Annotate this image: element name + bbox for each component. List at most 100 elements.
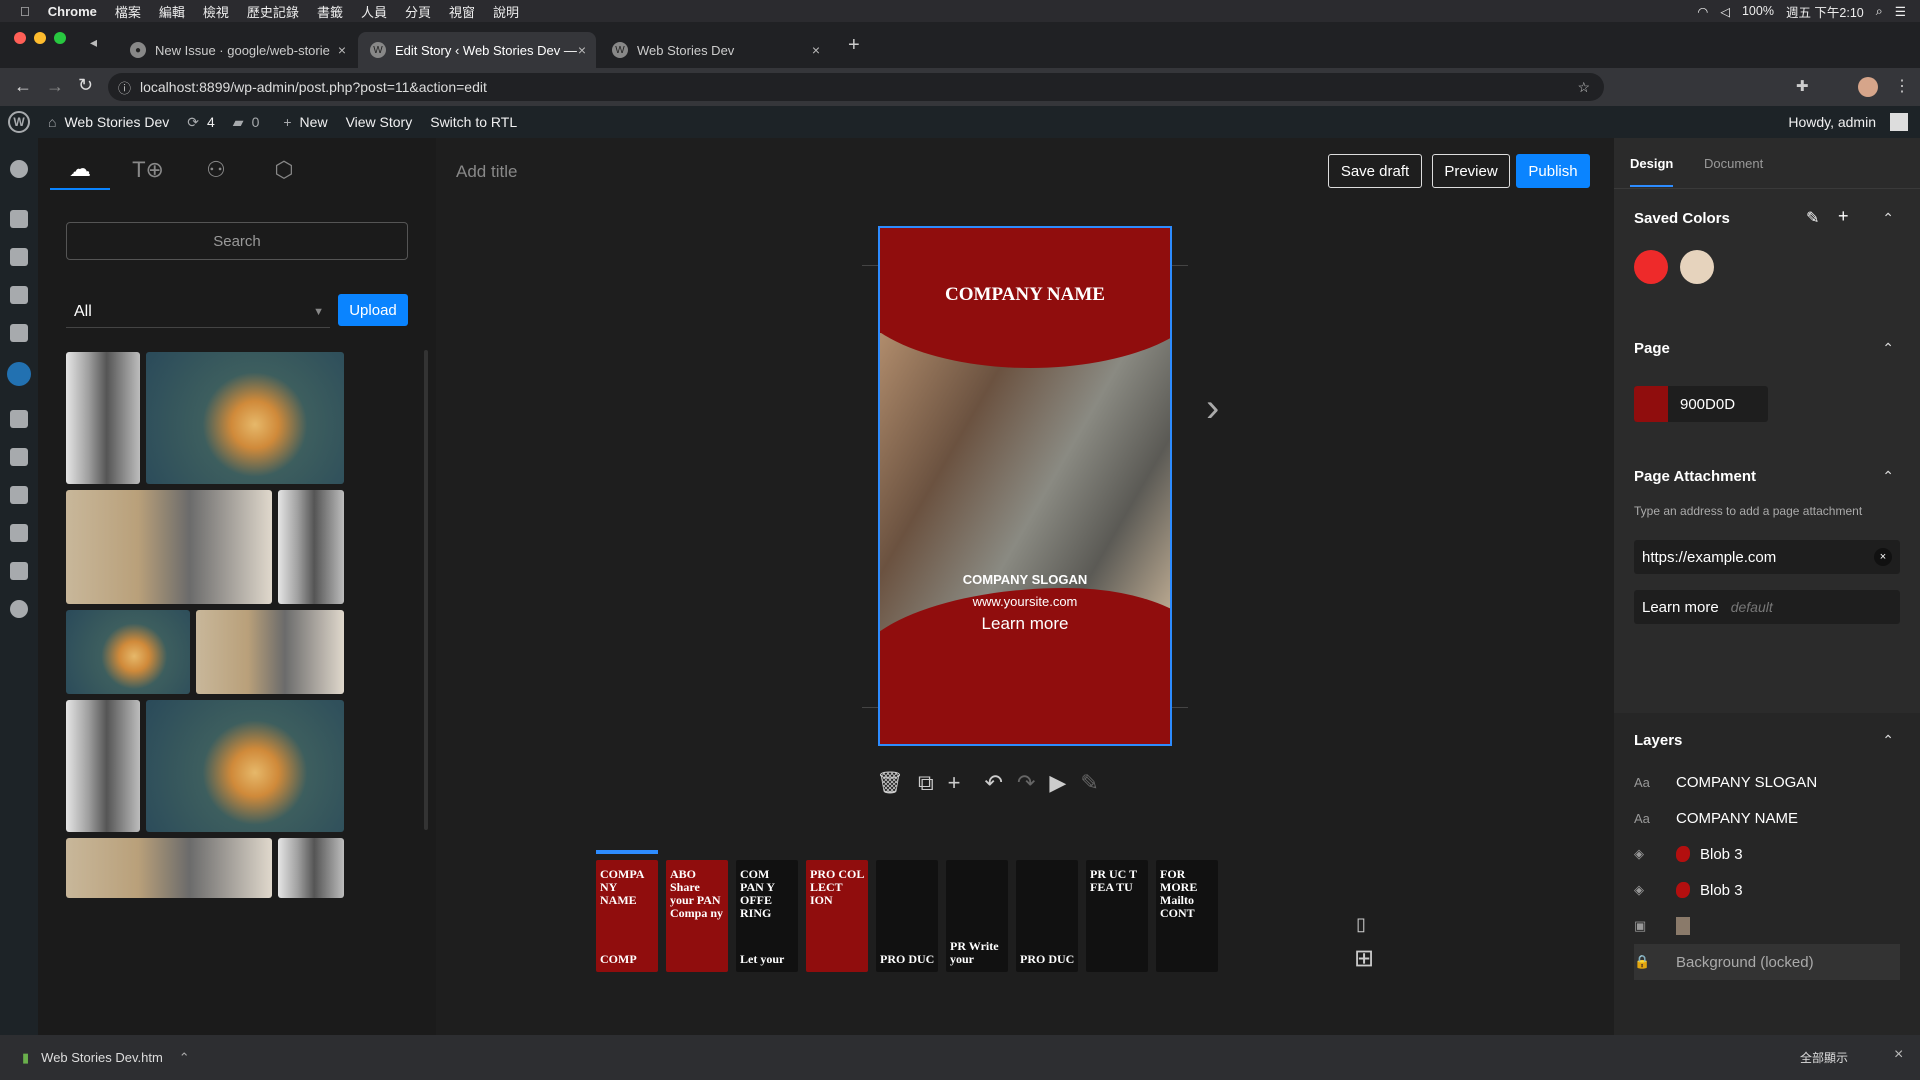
media-type-select[interactable]: All ▼ [66, 296, 330, 328]
color-swatch-beige[interactable] [1680, 250, 1714, 284]
page-thumbnail[interactable]: PRO DUC [1016, 860, 1078, 972]
menu-view[interactable]: 檢視 [203, 2, 229, 21]
menu-file[interactable]: 檔案 [115, 2, 141, 21]
layer-row[interactable]: ▣ [1634, 908, 1904, 944]
plugins-icon[interactable] [10, 448, 28, 466]
next-page-chevron-icon[interactable]: › [1206, 386, 1219, 431]
close-download-bar-icon[interactable]: × [1894, 1046, 1903, 1064]
tab-edit-story[interactable]: W Edit Story ‹ Web Stories Dev — × [358, 32, 596, 68]
appearance-icon[interactable] [10, 410, 28, 428]
media-thumbnail[interactable] [66, 610, 190, 694]
close-tab-icon[interactable]: × [812, 42, 820, 58]
play-icon[interactable]: ▶ [1049, 770, 1066, 796]
clear-icon[interactable]: × [1874, 548, 1892, 566]
website-text[interactable]: www.yoursite.com [880, 594, 1170, 609]
howdy-link[interactable]: Howdy, admin [1788, 114, 1876, 130]
page-thumbnail[interactable]: PRO COL LECT ION [806, 860, 868, 972]
close-tab-icon[interactable]: × [338, 42, 346, 58]
view-story-link[interactable]: View Story [346, 114, 413, 130]
site-name-link[interactable]: Web Stories Dev [64, 114, 169, 130]
chevron-up-icon[interactable]: ⌃ [1882, 468, 1894, 485]
wifi-icon[interactable]: ◠ [1697, 4, 1708, 19]
elements-tab[interactable]: ⬡ [254, 150, 314, 190]
color-swatch-red[interactable] [1634, 250, 1668, 284]
add-color-icon[interactable]: + [1838, 206, 1849, 227]
chevron-up-icon[interactable]: ⌃ [1882, 732, 1894, 749]
media-thumbnail[interactable] [66, 352, 140, 484]
magic-wand-icon[interactable]: ✎ [1080, 770, 1098, 796]
posts-pin-icon[interactable] [10, 210, 28, 228]
cta-text-input[interactable]: Learn more default [1634, 590, 1900, 624]
comments-count[interactable]: 0 [252, 114, 260, 130]
web-stories-icon[interactable] [7, 362, 31, 386]
chevron-up-icon[interactable]: ⌃ [1882, 340, 1894, 357]
settings-icon[interactable] [10, 562, 28, 580]
zoom-window-dot[interactable] [54, 32, 66, 44]
back-icon[interactable]: ← [14, 76, 32, 97]
spotlight-icon[interactable]: ⌕ [1876, 4, 1883, 19]
page-thumbnail[interactable]: COMPA NY NAME COMP [596, 860, 658, 972]
company-name-text[interactable]: COMPANY NAME [880, 284, 1170, 306]
upload-button[interactable]: Upload [338, 294, 408, 326]
download-filename[interactable]: Web Stories Dev.htm [41, 1050, 163, 1065]
page-thumbnail[interactable]: ABO Share your PAN Compa ny [666, 860, 728, 972]
updates-count[interactable]: 4 [207, 114, 215, 130]
media-icon[interactable] [10, 248, 28, 266]
tab-web-stories-dev[interactable]: W Web Stories Dev × [600, 32, 830, 68]
preview-button[interactable]: Preview [1432, 154, 1510, 188]
dashboard-icon[interactable] [10, 160, 28, 178]
apple-icon[interactable]:  [20, 4, 30, 19]
bookmark-star-icon[interactable]: ☆ [1577, 79, 1590, 96]
close-window-dot[interactable] [14, 32, 26, 44]
admin-avatar[interactable] [1890, 113, 1908, 131]
menu-people[interactable]: 人員 [361, 2, 387, 21]
media-tab[interactable]: ☁ [50, 150, 110, 190]
media-thumbnail[interactable] [66, 838, 272, 898]
menu-app[interactable]: Chrome [48, 4, 97, 19]
attachment-url-input[interactable]: https://example.com × [1634, 540, 1900, 574]
layer-row[interactable]: ◈ Blob 3 [1634, 836, 1904, 872]
page-thumbnail[interactable]: COM PAN Y OFFE RING Let your [736, 860, 798, 972]
page-thumbnail[interactable]: PR Write your [946, 860, 1008, 972]
save-draft-button[interactable]: Save draft [1328, 154, 1422, 188]
new-tab-icon[interactable]: + [848, 34, 860, 57]
profile-avatar[interactable] [1858, 77, 1878, 97]
menu-history[interactable]: 歷史記錄 [247, 2, 299, 21]
story-title-input[interactable]: Add title [456, 162, 517, 182]
forward-icon[interactable]: → [46, 76, 64, 97]
clock[interactable]: 週五 下午2:10 [1786, 2, 1864, 21]
comments-icon[interactable]: ▰ [233, 114, 244, 131]
show-all-button[interactable]: 全部顯示 [1800, 1049, 1848, 1066]
page-thumbnail[interactable]: FOR MORE Mailto CONT [1156, 860, 1218, 972]
library-scrollbar[interactable] [424, 350, 428, 830]
battery-text[interactable]: 100% [1742, 4, 1774, 18]
page-size-icon[interactable]: ▯ [1356, 914, 1366, 935]
media-thumbnail[interactable] [196, 610, 344, 694]
layer-row[interactable]: Aa COMPANY NAME [1634, 800, 1904, 836]
extensions-icon[interactable]: ✚ [1796, 77, 1809, 95]
pages-icon[interactable] [10, 286, 28, 304]
tab-new-issue[interactable]: ● New Issue · google/web-storie × [118, 32, 356, 68]
add-page-icon[interactable]: + [948, 770, 961, 796]
menu-bookmarks[interactable]: 書籤 [317, 2, 343, 21]
layer-row[interactable]: Aa COMPANY SLOGAN [1634, 764, 1904, 800]
address-bar[interactable]: ⓘ localhost:8899/wp-admin/post.php?post=… [108, 73, 1604, 101]
story-page-canvas[interactable]: COMPANY NAME COMPANY SLOGAN www.yoursite… [878, 226, 1172, 746]
media-search-input[interactable]: Search [66, 222, 408, 260]
background-photo[interactable] [880, 333, 1170, 633]
redo-icon[interactable]: ↷ [1017, 770, 1035, 796]
text-tab[interactable]: T⊕ [118, 150, 178, 190]
close-tab-icon[interactable]: × [578, 42, 586, 58]
updates-icon[interactable]: ⟳ [187, 114, 199, 131]
tab-search-icon[interactable]: ◂ [90, 34, 97, 51]
duplicate-page-icon[interactable]: ⧉ [918, 770, 934, 796]
reload-icon[interactable]: ↻ [78, 75, 93, 96]
tab-design[interactable]: Design [1630, 156, 1674, 187]
control-center-icon[interactable]: ☰ [1895, 4, 1906, 19]
chevron-up-icon[interactable]: ⌃ [179, 1050, 190, 1066]
collapse-icon[interactable] [10, 600, 28, 618]
home-icon[interactable]: ⌂ [48, 114, 56, 130]
company-slogan-text[interactable]: COMPANY SLOGAN [880, 572, 1170, 587]
shapes-tab[interactable]: ⚇ [186, 150, 246, 190]
page-thumbnail[interactable]: PR UC T FEA TU [1086, 860, 1148, 972]
